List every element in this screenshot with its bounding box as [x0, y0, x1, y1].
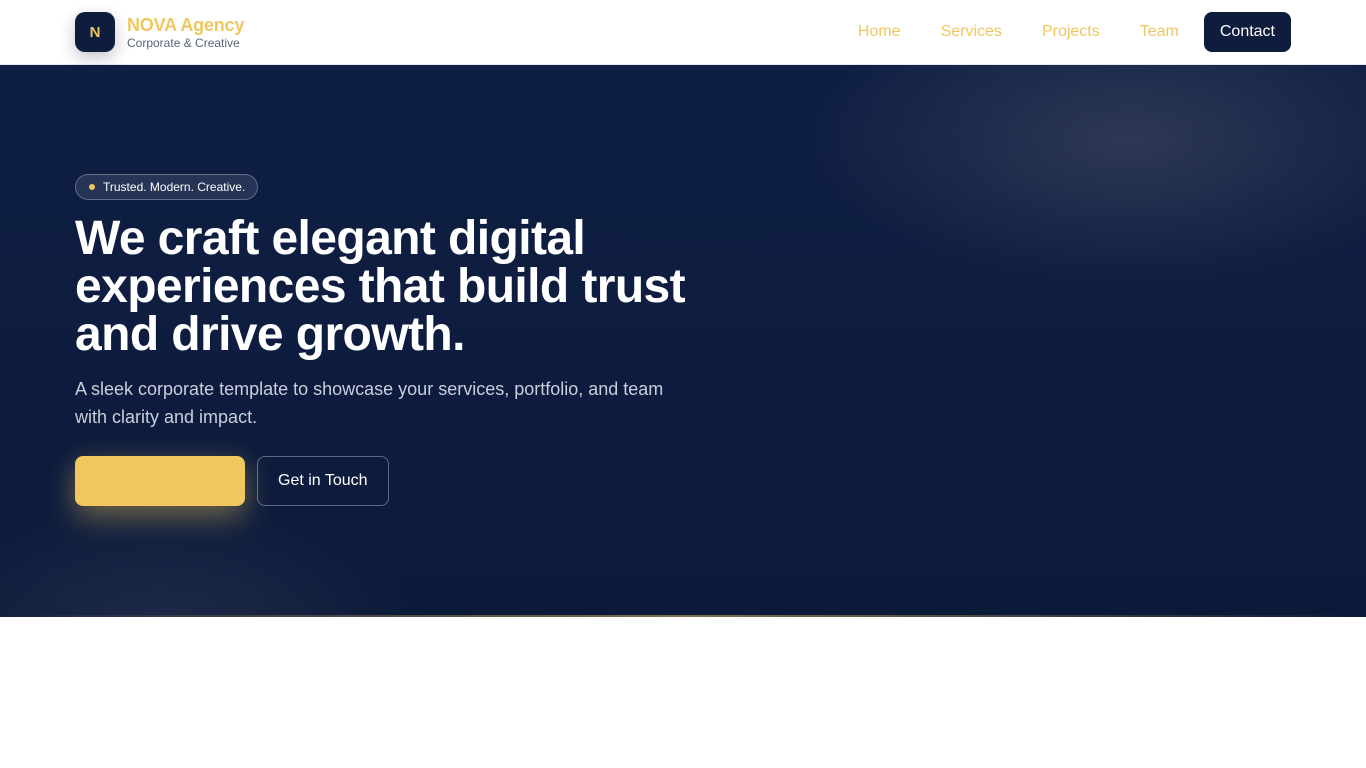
get-in-touch-button[interactable]: Get in Touch — [257, 456, 389, 506]
site-header: N NOVA Agency Corporate & Creative Home … — [0, 0, 1366, 65]
hero-title: We craft elegant digital experiences tha… — [75, 212, 686, 361]
brand[interactable]: N NOVA Agency Corporate & Creative — [75, 12, 244, 52]
badge-dot-icon — [89, 184, 95, 190]
hero-badge-text: Trusted. Modern. Creative. — [103, 180, 246, 194]
nav-link-projects[interactable]: Projects — [1022, 12, 1120, 52]
hero-divider — [0, 615, 1366, 617]
nav-contact-button[interactable]: Contact — [1203, 12, 1291, 52]
main-nav: Home Services Projects Team Contact — [838, 12, 1291, 52]
hero-subtitle: A sleek corporate template to showcase y… — [75, 379, 664, 427]
brand-name: NOVA Agency — [127, 14, 245, 35]
nav-link-team[interactable]: Team — [1120, 12, 1199, 52]
nav-link-services[interactable]: Services — [921, 12, 1022, 52]
hero-section: Trusted. Modern. Creative. We craft eleg… — [0, 65, 1366, 617]
brand-text: NOVA Agency Corporate & Creative — [127, 14, 244, 51]
hero-primary-button[interactable] — [75, 456, 245, 506]
hero-badge: Trusted. Modern. Creative. — [75, 174, 259, 200]
brand-tagline: Corporate & Creative — [127, 35, 240, 50]
logo-icon: N — [75, 12, 115, 52]
nav-link-home[interactable]: Home — [838, 12, 921, 52]
